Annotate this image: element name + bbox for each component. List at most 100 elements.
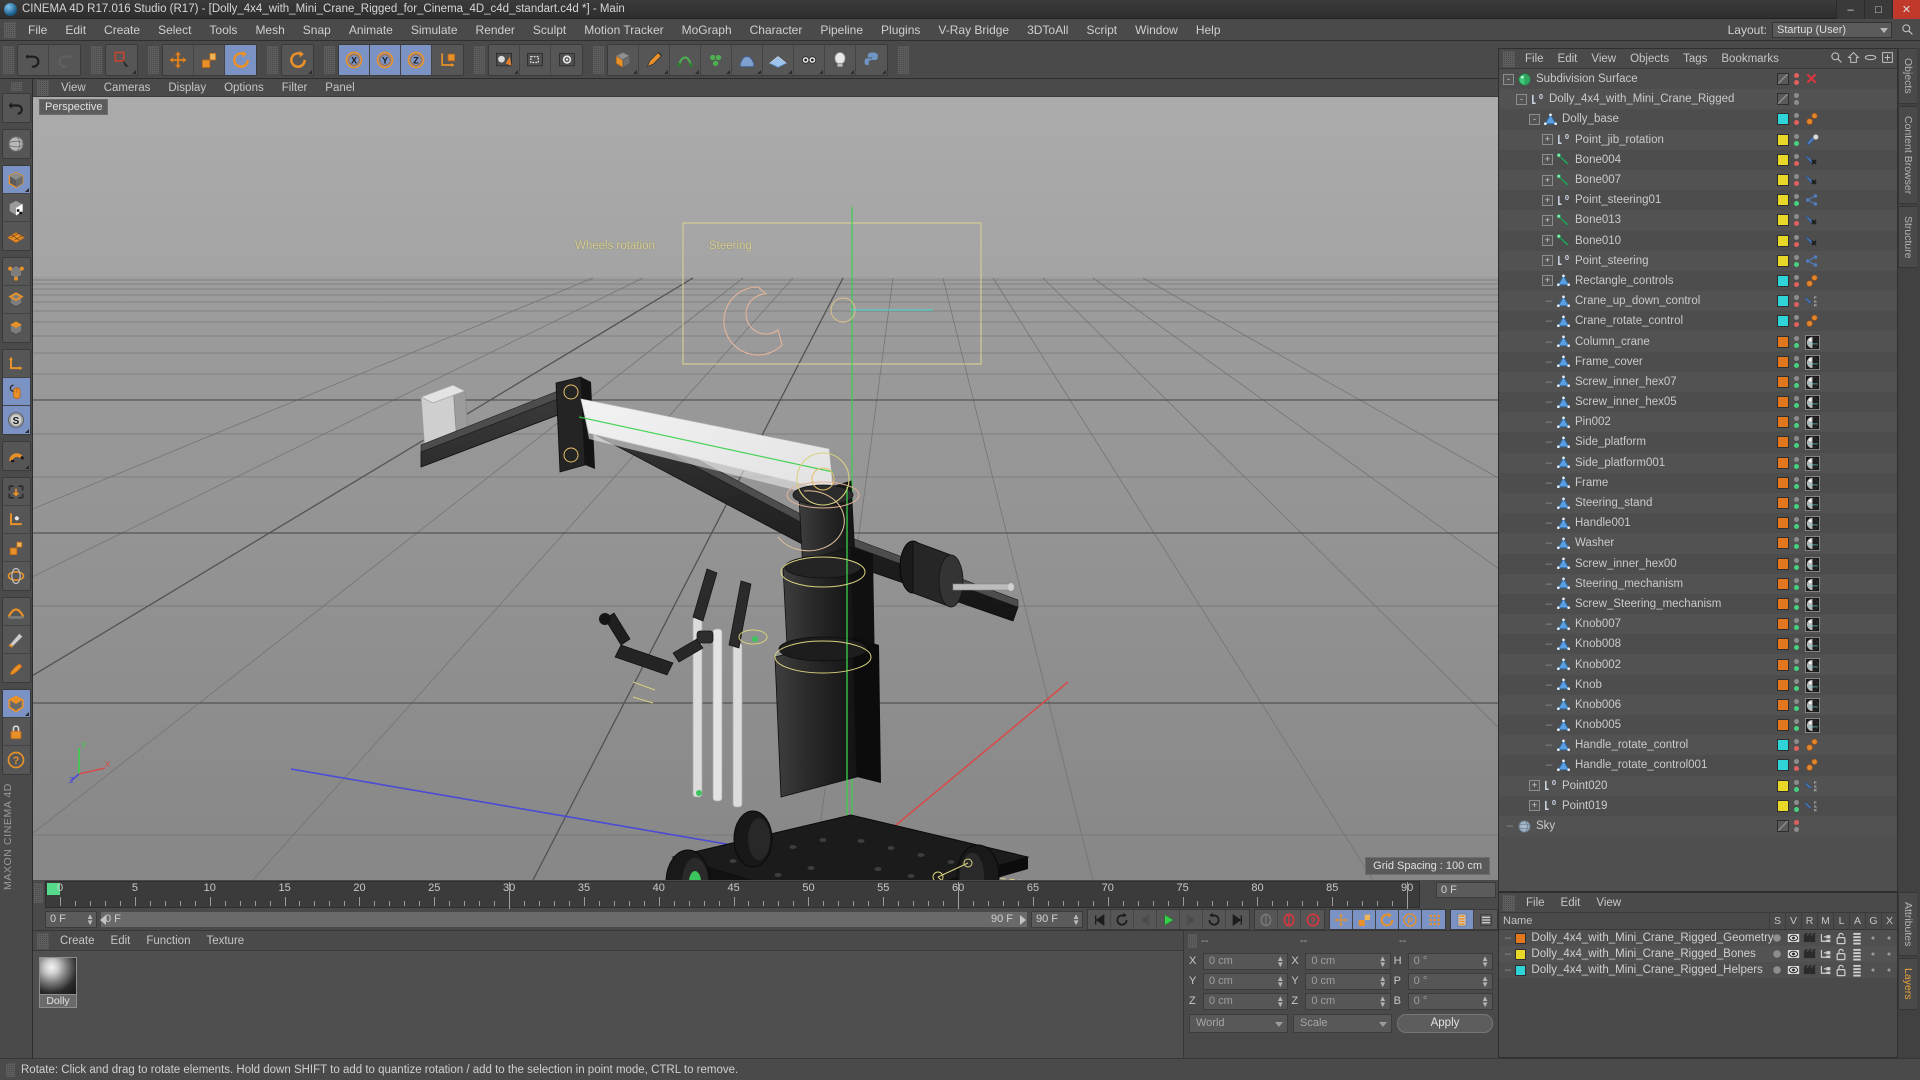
object-row[interactable]: – Crane_up_down_control P S R (1499, 291, 1897, 312)
rotate-axis-button[interactable] (3, 562, 30, 590)
visibility-dot[interactable] (1794, 820, 1799, 826)
layer-solo-toggle[interactable] (1769, 946, 1785, 962)
popup-corner-icon[interactable] (788, 69, 792, 74)
snap-settings-button[interactable]: S (2, 406, 30, 434)
layer-rows[interactable]: – Dolly_4x4_with_Mini_Crane_Rigged_Geomet… (1499, 930, 1897, 978)
ellipse-icon[interactable] (1864, 51, 1877, 64)
expand-toggle-icon[interactable]: + (1542, 214, 1553, 226)
viewport-menu-cameras[interactable]: Cameras (95, 79, 160, 97)
visibility-dot[interactable] (1794, 524, 1799, 530)
brush-tool-button[interactable] (3, 654, 30, 682)
object-row[interactable]: – Knob (1499, 674, 1897, 695)
orange-dots-icon[interactable] (1805, 314, 1819, 328)
object-row[interactable]: – Handle001 (1499, 513, 1897, 534)
coordinate-position-x-input[interactable]: 0 cm ▲ ▼ (1203, 952, 1289, 970)
visibility-dot[interactable] (1794, 504, 1799, 510)
visibility-dots[interactable] (1794, 577, 1799, 590)
layer-color-swatch[interactable] (1777, 355, 1789, 368)
layer-expression-toggle[interactable] (1881, 962, 1897, 978)
menu-character[interactable]: Character (741, 19, 812, 41)
visibility-dot[interactable] (1794, 577, 1799, 583)
object-row[interactable]: – Washer (1499, 533, 1897, 554)
menu-animate[interactable]: Animate (340, 19, 402, 41)
layer-color-swatch[interactable] (1777, 153, 1789, 166)
layer-visible-toggle[interactable] (1785, 962, 1801, 978)
layer-color-swatch[interactable] (1777, 537, 1789, 550)
constraint-tag-icon[interactable] (1805, 153, 1819, 167)
spline-pen-button[interactable] (639, 44, 670, 75)
layer-color-swatch[interactable] (1777, 133, 1789, 146)
visibility-dots[interactable] (1794, 355, 1799, 368)
nurbs-button[interactable] (670, 44, 701, 75)
array-button[interactable] (701, 44, 732, 75)
visibility-dots[interactable] (1794, 194, 1799, 207)
layer-manager-grip-icon[interactable] (1503, 894, 1515, 911)
visibility-dots[interactable] (1794, 618, 1799, 631)
visibility-dots[interactable] (1794, 375, 1799, 388)
timeline-end-frame-input[interactable]: 90 F ▲ ▼ (1031, 911, 1083, 928)
timeline-preview-range-bar[interactable]: 0 F 90 F (100, 911, 1028, 928)
visibility-dot[interactable] (1794, 497, 1799, 503)
object-row[interactable]: – Sky (1499, 815, 1897, 837)
menu-script[interactable]: Script (1077, 19, 1126, 41)
visibility-dot[interactable] (1794, 113, 1799, 119)
visibility-dot[interactable] (1794, 120, 1799, 126)
constraint-tag-icon[interactable] (1805, 234, 1819, 248)
spinner-icon[interactable]: ▲ ▼ (1072, 913, 1080, 927)
object-manager-menu-view[interactable]: View (1584, 49, 1623, 69)
layer-color-swatch[interactable] (1777, 335, 1789, 348)
spinner-icon[interactable]: ▲ ▼ (1481, 994, 1489, 1008)
visibility-dot[interactable] (1794, 315, 1799, 321)
visibility-dots[interactable] (1794, 698, 1799, 711)
layer-color-swatch[interactable] (1777, 174, 1789, 187)
render-settings-button[interactable] (551, 45, 582, 75)
play-button[interactable] (1157, 910, 1180, 929)
next-frame-button[interactable] (1180, 910, 1203, 929)
layer-color-swatch[interactable] (1777, 497, 1789, 510)
spinner-icon[interactable]: ▲ ▼ (1379, 974, 1387, 988)
visibility-dot[interactable] (1794, 335, 1799, 341)
material-menu-texture[interactable]: Texture (198, 931, 252, 951)
visibility-dots[interactable] (1794, 174, 1799, 187)
coordinate-size-y-input[interactable]: 0 cm ▲ ▼ (1305, 972, 1391, 990)
expand-toggle-icon[interactable]: + (1529, 800, 1540, 812)
object-row[interactable]: – Knob008 (1499, 634, 1897, 655)
spinner-icon[interactable]: ▲ ▼ (1481, 974, 1489, 988)
viewport-menu-filter[interactable]: Filter (273, 79, 317, 97)
collapse-toggle-icon[interactable]: - (1529, 113, 1540, 125)
layer-color-swatch[interactable] (1777, 759, 1789, 772)
layer-color-swatch[interactable] (1515, 932, 1527, 944)
material-tag-icon[interactable] (1805, 496, 1820, 512)
visibility-dot[interactable] (1794, 698, 1799, 704)
go-to-start-button[interactable] (1088, 910, 1111, 929)
popup-corner-icon[interactable] (24, 712, 29, 716)
knife-tool-button[interactable] (2, 626, 30, 654)
visibility-dots[interactable] (1794, 779, 1799, 792)
object-row[interactable]: – Frame (1499, 472, 1897, 493)
layer-column-m[interactable]: M (1817, 913, 1833, 930)
layer-color-swatch[interactable] (1777, 416, 1789, 429)
constraint-tag-icon[interactable] (1805, 213, 1819, 227)
coordinate-system-dropdown[interactable]: World (1189, 1014, 1288, 1033)
layer-color-swatch[interactable] (1777, 638, 1789, 651)
visibility-dot[interactable] (1794, 705, 1799, 711)
visibility-dot[interactable] (1794, 665, 1799, 671)
minimize-button[interactable]: – (1836, 0, 1864, 19)
visibility-dot[interactable] (1794, 786, 1799, 792)
status-bar-grip-icon[interactable] (6, 1062, 15, 1077)
material-tag-icon[interactable] (1805, 536, 1820, 552)
toolbar-grip-icon[interactable] (3, 45, 14, 74)
bend-deformer-button[interactable] (732, 44, 763, 75)
lock-x-button[interactable]: X (339, 44, 370, 75)
menu-file[interactable]: File (19, 19, 56, 41)
object-row[interactable]: - Dolly_base (1499, 109, 1897, 130)
rotate-alt-button[interactable] (282, 45, 313, 75)
layer-color-swatch[interactable] (1777, 113, 1789, 126)
material-tag-icon[interactable] (1805, 516, 1820, 532)
coordinate-position-z-input[interactable]: 0 cm ▲ ▼ (1203, 992, 1289, 1010)
key-scale-button[interactable] (1353, 910, 1376, 929)
visibility-dot[interactable] (1794, 766, 1799, 772)
object-row[interactable]: – Handle_rotate_control001 (1499, 755, 1897, 776)
visibility-dots[interactable] (1794, 517, 1799, 530)
object-row[interactable]: – Knob007 (1499, 614, 1897, 635)
